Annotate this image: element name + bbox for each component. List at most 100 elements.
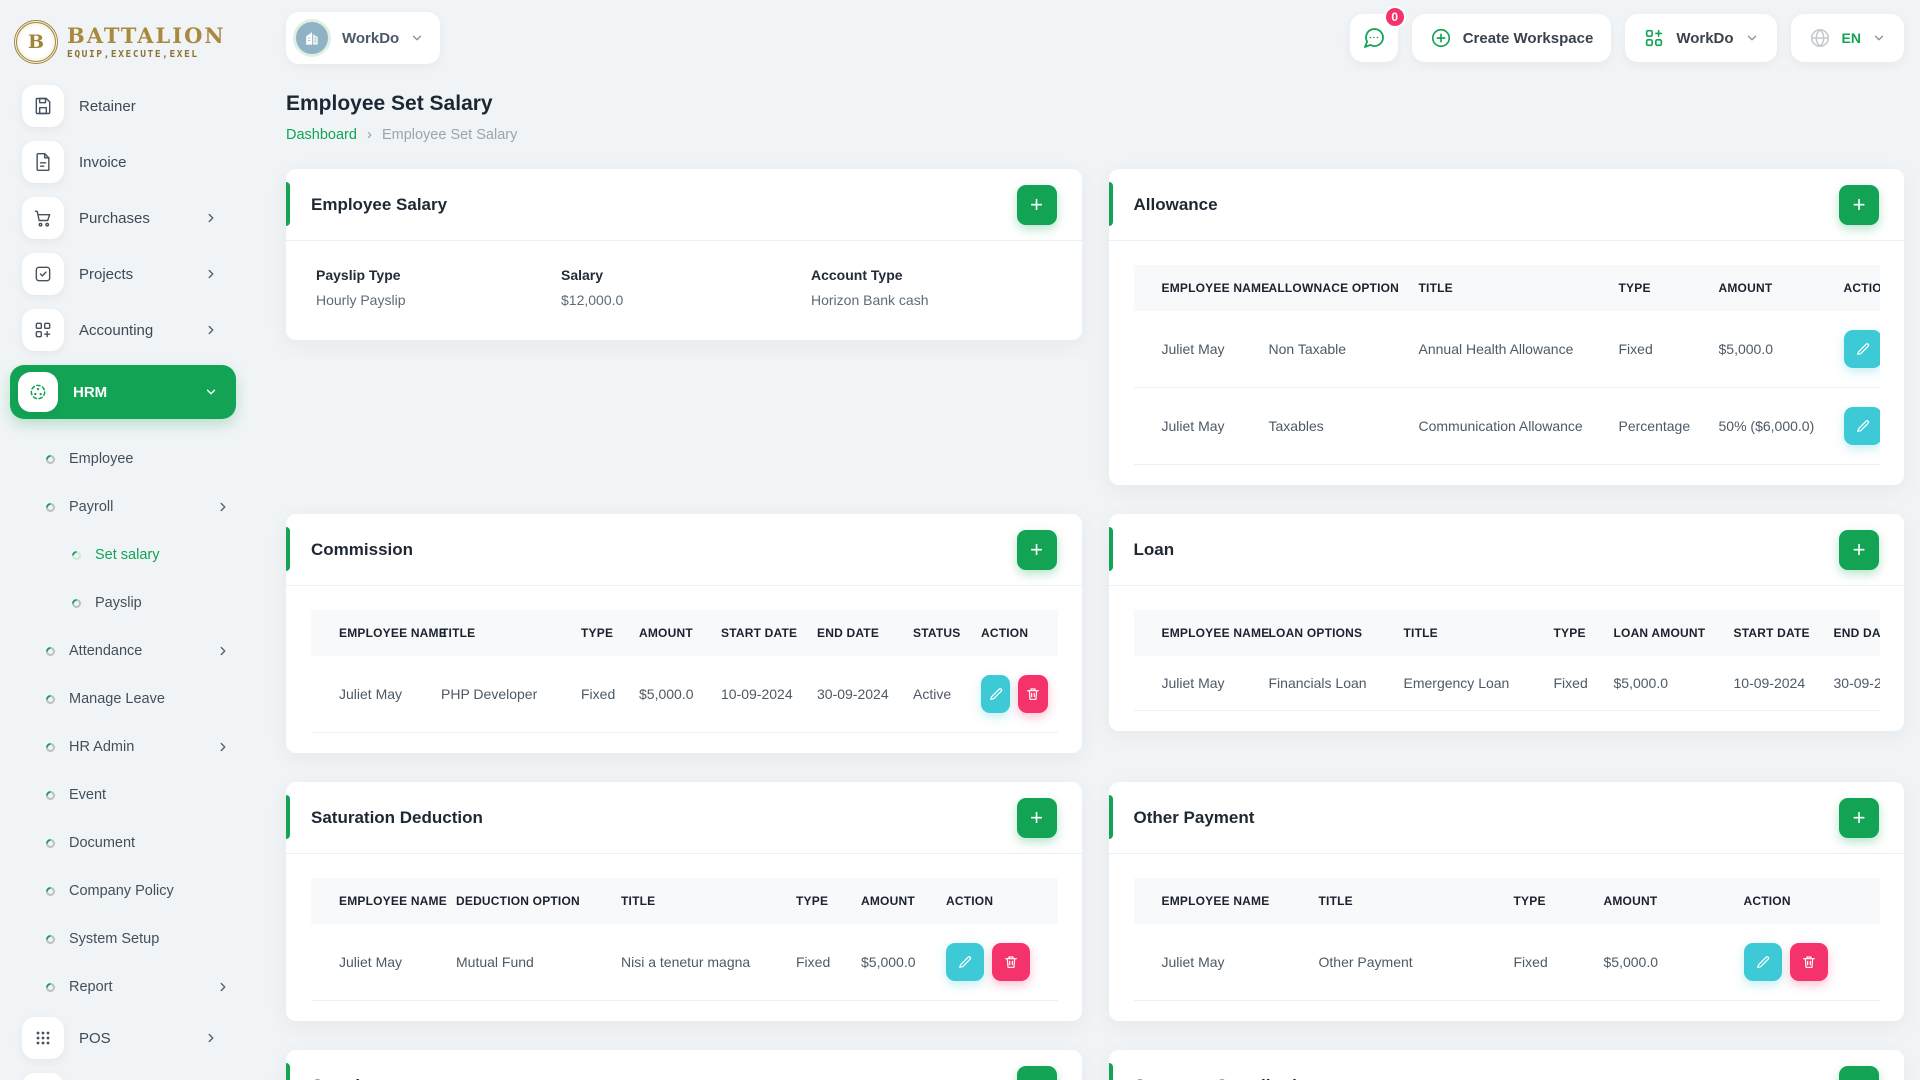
field-label: Account Type	[811, 267, 903, 283]
invoice-file-icon	[22, 141, 64, 183]
sidebar-item-system-setup[interactable]: System Setup	[0, 915, 248, 963]
sidebar-item-pos[interactable]: POS	[10, 1017, 236, 1059]
company-contribution-card: Company Contribution +	[1108, 1050, 1904, 1080]
breadcrumb-dashboard-link[interactable]: Dashboard	[286, 127, 357, 143]
main-content: WorkDo 0 Create Workspace WorkDo EN Empl…	[248, 0, 1920, 1080]
add-commission-button[interactable]: +	[1016, 529, 1057, 570]
sidebar-item-company-policy[interactable]: Company Policy	[0, 867, 248, 915]
bullet-icon	[44, 980, 57, 994]
sidebar-item-crm[interactable]: CRM	[10, 1073, 236, 1080]
add-other-payment-button[interactable]: +	[1839, 797, 1879, 838]
add-company-contribution-button[interactable]: +	[1839, 1065, 1879, 1080]
allowance-card: Allowance + EMPLOYEE NAME ALLOWNACE OPTIO…	[1108, 169, 1904, 485]
card-title: Allowance	[1133, 194, 1218, 214]
sidebar-item-retainer[interactable]: Retainer	[10, 85, 236, 127]
messages-count-badge: 0	[1383, 6, 1406, 28]
sidebar-item-set-salary[interactable]: Set salary	[0, 531, 248, 579]
sidebar-item-projects[interactable]: Projects	[10, 253, 236, 295]
edit-button[interactable]	[946, 943, 984, 981]
sidebar-item-label: HRM	[73, 383, 108, 401]
create-workspace-label: Create Workspace	[1462, 29, 1594, 47]
language-selector[interactable]: EN	[1790, 14, 1904, 62]
edit-button[interactable]	[1843, 330, 1880, 368]
other-payment-card: Other Payment + EMPLOYEE NAME TITLE TYPE AM…	[1108, 782, 1904, 1021]
column-header: ACTION	[936, 878, 1058, 924]
delete-button[interactable]	[992, 943, 1030, 981]
trash-icon	[1802, 956, 1815, 968]
column-header: START DATE	[711, 610, 807, 656]
action-cell	[1733, 924, 1880, 1001]
table-cell: Juliet May	[1133, 387, 1259, 465]
sidebar-item-payroll[interactable]: Payroll	[0, 483, 248, 531]
edit-button[interactable]	[1743, 943, 1782, 981]
column-header: EMPLOYEE NAME	[1133, 610, 1269, 656]
sidebar-subitem-label: Attendance	[69, 643, 143, 659]
brand-badge-icon: B	[14, 20, 58, 64]
edit-button[interactable]	[1843, 407, 1880, 445]
sidebar-item-invoice[interactable]: Invoice	[10, 141, 236, 183]
check-square-icon	[22, 253, 64, 295]
table-row: Juliet May Other Payment Fixed $5,000.0	[1133, 924, 1880, 1001]
delete-button[interactable]	[1018, 675, 1048, 713]
field-label: Salary	[561, 267, 604, 283]
add-loan-button[interactable]: +	[1839, 529, 1879, 570]
sidebar-item-manage-leave[interactable]: Manage Leave	[0, 675, 248, 723]
sidebar-item-label: Accounting	[79, 321, 154, 339]
add-allowance-button[interactable]: +	[1839, 184, 1879, 225]
bullet-icon	[44, 500, 57, 514]
sidebar-item-accounting[interactable]: Accounting	[10, 309, 236, 351]
create-workspace-button[interactable]: Create Workspace	[1411, 14, 1612, 62]
delete-button[interactable]	[1789, 943, 1828, 981]
table-cell: Mutual Fund	[446, 924, 611, 1001]
sidebar-item-attendance[interactable]: Attendance	[0, 627, 248, 675]
field-value: $12,000.0	[561, 292, 624, 308]
sidebar-item-hrm[interactable]: HRM	[10, 365, 236, 419]
column-header: ALLOWNACE OPTION	[1258, 265, 1409, 311]
column-header: END DATE	[807, 610, 903, 656]
messages-button[interactable]: 0	[1349, 6, 1406, 62]
add-overtime-button[interactable]: +	[1016, 1065, 1057, 1080]
plus-icon: +	[1030, 191, 1043, 217]
chevron-down-icon	[413, 35, 422, 41]
table-cell: Emergency Loan	[1393, 656, 1544, 711]
chevron-right-icon	[220, 646, 226, 656]
bullet-icon	[44, 644, 57, 658]
sidebar-subitem-label: Set salary	[95, 547, 160, 563]
action-cell	[936, 924, 1058, 1001]
table-cell: Financials Loan	[1258, 656, 1394, 711]
workspace-menu-button[interactable]: WorkDo	[1625, 14, 1777, 62]
table-cell: 50% ($6,000.0)	[1708, 387, 1834, 465]
grid-plus-icon	[1646, 29, 1663, 47]
table-cell: Other Payment	[1308, 924, 1504, 1001]
field-value: Horizon Bank cash	[811, 292, 929, 308]
pencil-icon	[1756, 956, 1769, 968]
table-row: Juliet May PHP Developer Fixed $5,000.0 10-0…	[311, 656, 1058, 733]
sidebar-item-report[interactable]: Report	[0, 963, 248, 1011]
pencil-icon	[959, 956, 972, 968]
workspace-switcher[interactable]: WorkDo	[286, 12, 441, 64]
plus-icon: +	[1030, 804, 1043, 830]
sidebar-item-event[interactable]: Event	[0, 771, 248, 819]
language-label: EN	[1841, 30, 1861, 46]
brand-logo: B BATTALION EQUIP,EXECUTE,EXEL	[0, 14, 248, 70]
sidebar-subitem-label: Employee	[69, 451, 134, 467]
sidebar-subitem-label: Payslip	[95, 595, 142, 611]
hrm-icon	[18, 372, 58, 412]
table-cell: 30-09-2024	[1823, 656, 1880, 711]
sidebar-item-document[interactable]: Document	[0, 819, 248, 867]
add-saturation-deduction-button[interactable]: +	[1016, 797, 1057, 838]
column-header: ACTION	[971, 610, 1058, 656]
bullet-icon	[44, 452, 57, 466]
sidebar-item-label: Projects	[79, 265, 134, 283]
allowance-table: EMPLOYEE NAME ALLOWNACE OPTION TITLE TYPE AM…	[1133, 265, 1880, 465]
grid-plus-icon	[22, 309, 64, 351]
card-title: Employee Salary	[311, 194, 448, 214]
sidebar-item-purchases[interactable]: Purchases	[10, 197, 236, 239]
add-employee-salary-button[interactable]: +	[1016, 184, 1057, 225]
sidebar-item-payslip[interactable]: Payslip	[0, 579, 248, 627]
sidebar-item-employee[interactable]: Employee	[0, 435, 248, 483]
edit-button[interactable]	[981, 675, 1011, 713]
table-cell: Juliet May	[1133, 924, 1309, 1001]
sidebar-item-hr-admin[interactable]: HR Admin	[0, 723, 248, 771]
column-header: AMOUNT	[851, 878, 936, 924]
